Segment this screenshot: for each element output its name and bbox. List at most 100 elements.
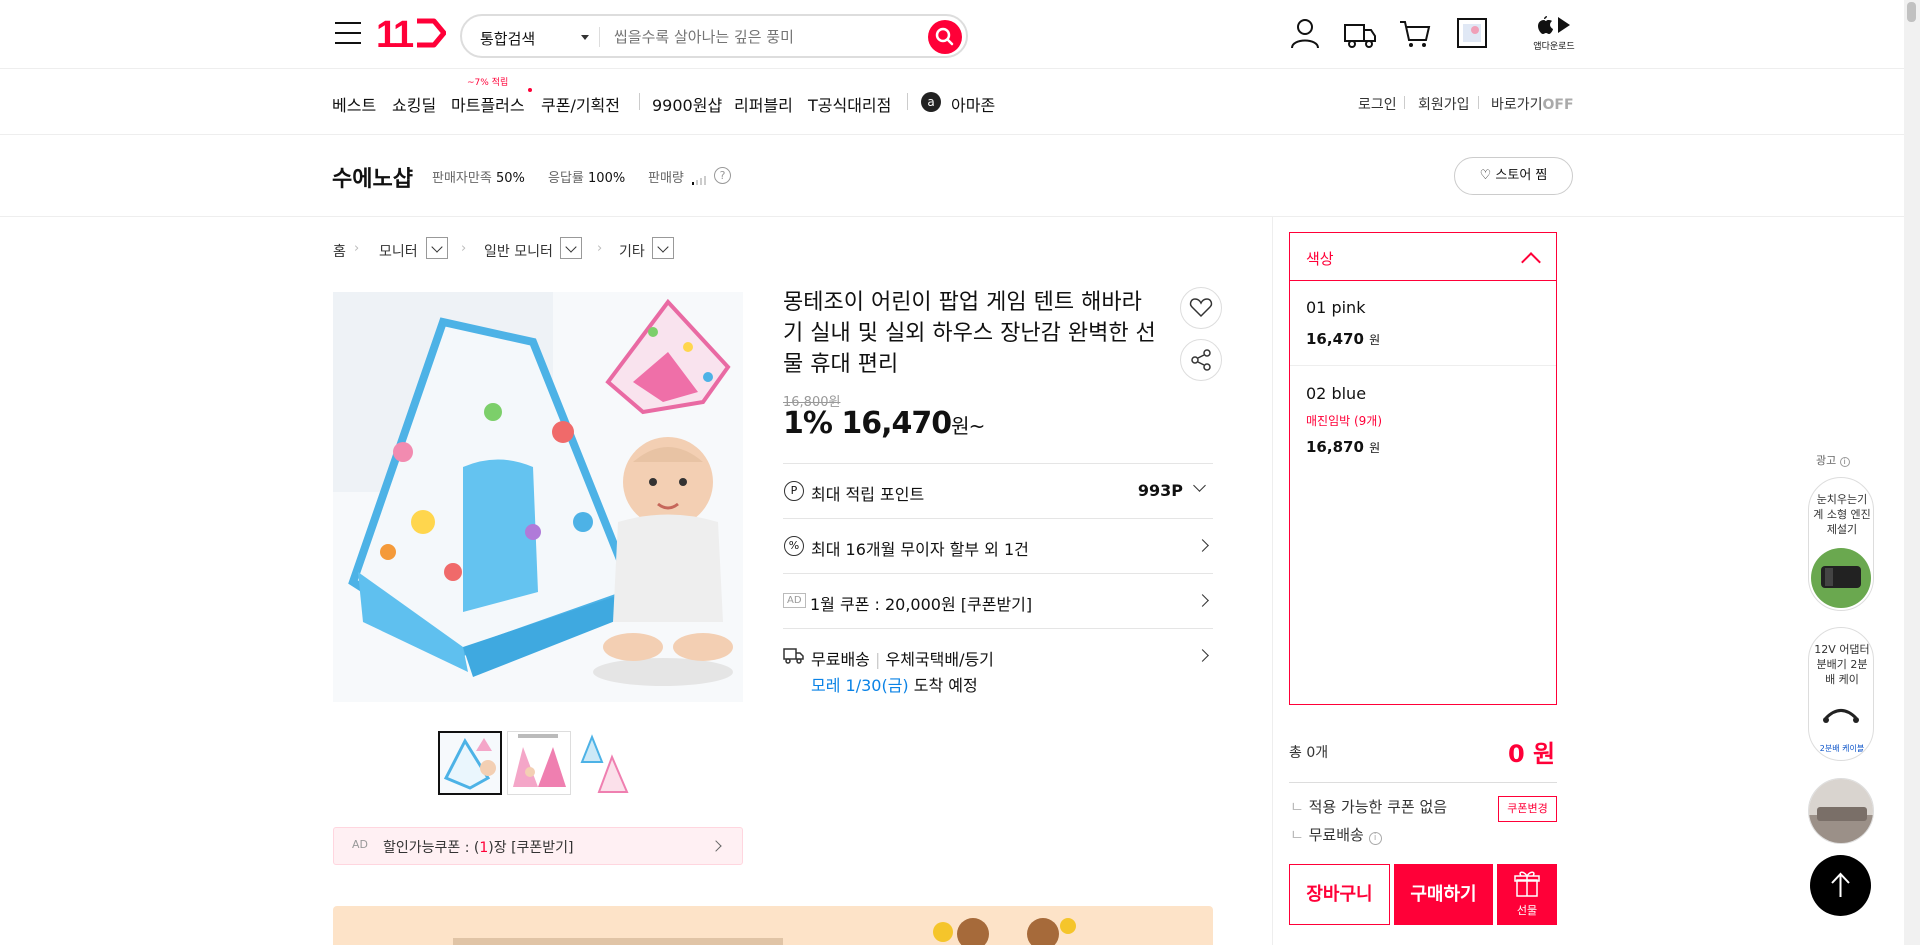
help-icon[interactable]: ? xyxy=(714,167,731,184)
chevron-right-icon xyxy=(1196,649,1209,662)
points-value: 993P xyxy=(1137,481,1183,500)
page-scrollbar[interactable] xyxy=(1904,0,1920,945)
option-header[interactable]: 색상 xyxy=(1290,233,1556,281)
scroll-to-top-button[interactable] xyxy=(1810,855,1871,916)
search-scope-select[interactable]: 통합검색 xyxy=(480,28,535,49)
option-price-unit: 원 xyxy=(1369,441,1381,455)
discount-coupon-banner[interactable]: AD 할인가능쿠폰 : (1)장 [쿠폰받기] xyxy=(333,827,743,865)
satisfaction-value: 50% xyxy=(495,171,525,186)
rail-ad-card[interactable] xyxy=(1808,778,1874,844)
order-divider xyxy=(1289,782,1557,783)
nav-9900[interactable]: 9900원샵 xyxy=(652,92,722,116)
shortcut-link[interactable]: 바로가기OFF xyxy=(1491,94,1574,114)
max-points-row[interactable]: P 최대 적립 포인트 993P xyxy=(783,463,1213,518)
search-divider xyxy=(599,27,600,47)
nav-refurbly[interactable]: 리퍼블리 xyxy=(734,92,793,116)
promo-banner[interactable] xyxy=(333,906,1213,945)
store-name[interactable]: 수에노샵 xyxy=(332,161,413,193)
nav-coupon[interactable]: 쿠폰/기획전 xyxy=(541,92,620,116)
installment-text: 최대 16개월 무이자 할부 외 1건 xyxy=(811,540,1029,559)
breadcrumb-monitor[interactable]: 모니터 xyxy=(379,241,418,261)
thumbnail-1[interactable] xyxy=(438,731,502,795)
nav-shocking-deal[interactable]: 쇼킹딜 xyxy=(392,92,436,116)
buy-now-button[interactable]: 구매하기 xyxy=(1394,864,1493,925)
option-panel: 색상 01 pink 16,470 원 02 blue 매진임박 (9개) 16… xyxy=(1289,232,1557,705)
option-price: 16,870 원 xyxy=(1306,438,1380,456)
store-follow-label: 스토어 찜 xyxy=(1495,168,1548,183)
coupon-count: 1 xyxy=(479,840,489,856)
breadcrumb-home[interactable]: 홈 xyxy=(333,241,346,261)
option-stock: 매진임박 (9개) xyxy=(1306,414,1383,428)
nav-amazon[interactable]: 아마존 xyxy=(951,92,995,116)
rail-ad-card[interactable]: 12V 어댑터 분배기 2분배 케이 2분배 케이블 xyxy=(1808,627,1874,761)
search-icon xyxy=(935,27,954,46)
rail-ad-card[interactable]: 눈치우는기계 소형 엔진 제설기 xyxy=(1808,477,1874,611)
search-input[interactable] xyxy=(614,24,914,50)
rail-ad-image xyxy=(1809,779,1873,843)
login-link[interactable]: 로그인 xyxy=(1358,94,1397,114)
mart-plus-badge: ~7% 적립 xyxy=(467,78,509,88)
gift-button[interactable]: 선물 xyxy=(1497,864,1557,925)
response-value: 100% xyxy=(588,171,626,186)
option-name: 01 pink xyxy=(1306,298,1366,317)
response-rate: 응답률 100% xyxy=(548,167,625,186)
gift-label: 선물 xyxy=(1516,904,1538,917)
info-icon[interactable]: i xyxy=(1839,457,1850,467)
add-to-cart-button[interactable]: 장바구니 xyxy=(1289,864,1390,925)
recent-view-icon[interactable] xyxy=(1455,16,1489,50)
app-download-label: 앱다운로드 xyxy=(1533,42,1575,52)
thumbnail-3[interactable] xyxy=(576,731,640,795)
total-count: 총 0개 xyxy=(1289,745,1329,761)
points-label: 최대 적립 포인트 xyxy=(811,485,925,504)
scrollbar-thumb[interactable] xyxy=(1907,2,1916,22)
product-title: 몽테조이 어린이 팝업 게임 텐트 해바라기 실내 및 실외 하우스 장난감 완… xyxy=(783,290,1156,377)
chevron-right-icon xyxy=(1196,539,1209,552)
free-shipping-label: 무료배송 xyxy=(811,650,870,669)
rail-ad-text: 눈치우는기계 소형 엔진 제설기 xyxy=(1813,493,1871,536)
option-name: 02 blue xyxy=(1306,384,1367,403)
ad-label: 광고 i xyxy=(1816,452,1850,468)
ad-tag: AD xyxy=(783,593,806,608)
search-bar: 통합검색 xyxy=(460,14,968,58)
response-label: 응답률 xyxy=(548,171,584,186)
store-follow-button[interactable]: ♡ 스토어 찜 xyxy=(1454,157,1573,195)
nav-best[interactable]: 베스트 xyxy=(332,92,376,116)
my-page-icon[interactable] xyxy=(1288,16,1322,50)
monthly-coupon-row[interactable]: AD 1월 쿠폰 : 20,000원 [쿠폰받기] xyxy=(783,573,1213,628)
shipping-row[interactable]: 무료배송 | 우체국택배/등기 모레 1/30(금) 도착 예정 xyxy=(783,628,1213,698)
option-item[interactable]: 02 blue 매진임박 (9개) 16,870 원 xyxy=(1290,366,1556,466)
breadcrumb-dropdown[interactable] xyxy=(560,237,582,259)
share-icon[interactable] xyxy=(1180,339,1222,381)
caret-down-icon[interactable] xyxy=(581,35,589,40)
chevron-down-icon xyxy=(1193,479,1206,492)
delivery-suffix: 도착 예정 xyxy=(913,676,978,695)
breadcrumb-dropdown[interactable] xyxy=(426,237,448,259)
price-unit: 원~ xyxy=(951,414,985,438)
coupon-change-button[interactable]: 쿠폰변경 xyxy=(1498,796,1557,822)
breadcrumb-general-monitor[interactable]: 일반 모니터 xyxy=(484,241,553,261)
point-icon: P xyxy=(784,481,804,501)
chevron-right-icon: › xyxy=(461,241,467,256)
option-header-label: 색상 xyxy=(1306,250,1334,268)
breadcrumb-dropdown[interactable] xyxy=(652,237,674,259)
nav-mart-plus[interactable]: 마트플러스 xyxy=(451,92,525,116)
sale-price: 1% 16,470원~ xyxy=(783,406,985,441)
shipping-text: 무료배송 | 우체국택배/등기 xyxy=(811,650,994,669)
chevron-right-icon: › xyxy=(597,241,603,256)
wishlist-heart-icon[interactable] xyxy=(1180,287,1222,329)
cart-icon[interactable] xyxy=(1398,16,1432,50)
nav-t-official[interactable]: T공식대리점 xyxy=(808,92,891,116)
info-icon[interactable]: i xyxy=(1368,832,1382,845)
product-main-image[interactable] xyxy=(333,292,743,702)
thumbnail-2[interactable] xyxy=(507,731,571,795)
option-item[interactable]: 01 pink 16,470 원 xyxy=(1290,281,1556,366)
menu-icon[interactable] xyxy=(335,22,361,44)
app-download-link[interactable]: 앱다운로드 xyxy=(1532,14,1576,52)
site-logo[interactable]: 11 xyxy=(376,14,446,57)
breadcrumb-etc[interactable]: 기타 xyxy=(619,241,645,261)
search-button[interactable] xyxy=(928,20,962,54)
coupon-suffix: )장 [쿠폰받기] xyxy=(488,840,574,856)
signup-link[interactable]: 회원가입 xyxy=(1418,94,1470,114)
installment-row[interactable]: % 최대 16개월 무이자 할부 외 1건 xyxy=(783,518,1213,573)
delivery-truck-icon[interactable] xyxy=(1343,16,1377,50)
